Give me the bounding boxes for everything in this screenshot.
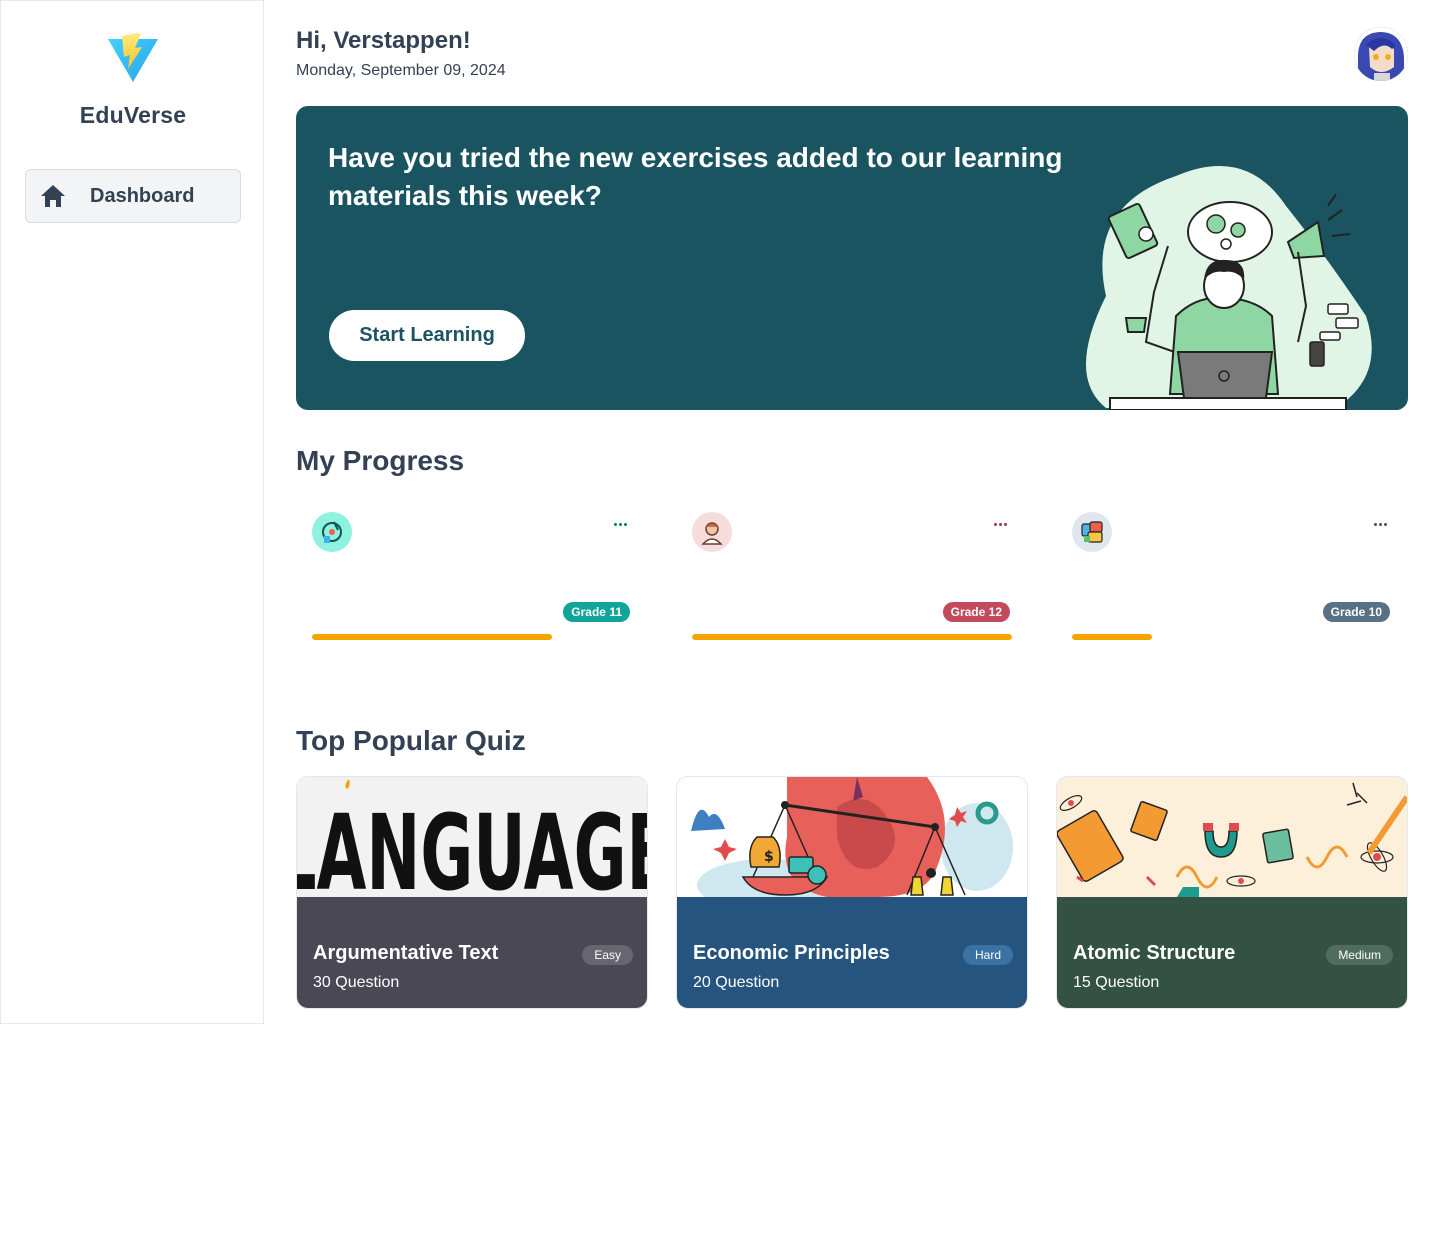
- start-learning-button[interactable]: Start Learning: [329, 310, 525, 361]
- quiz-title: Economic Principles: [693, 942, 890, 964]
- more-options-button[interactable]: [990, 515, 1010, 533]
- grade-badge: Grade 12: [942, 602, 1010, 622]
- more-options-button[interactable]: [610, 515, 630, 533]
- science-icon: [312, 512, 352, 552]
- student-multitasking-illustration: [1086, 166, 1372, 410]
- progress-card[interactable]: Atomic Structure Grade 11 Progress 75%: [296, 496, 648, 690]
- quiz-cover-image: $: [677, 777, 1027, 897]
- sidebar-item-dashboard[interactable]: Dashboard: [25, 169, 241, 223]
- quiz-info: Economic Principles Hard 20 Question: [677, 897, 1027, 1008]
- more-options-button[interactable]: [1370, 515, 1390, 533]
- progress-bar: [312, 634, 632, 640]
- promo-banner: Have you tried the new exercises added t…: [296, 106, 1408, 410]
- progress-label: Progress: [692, 654, 757, 671]
- grade-badge: Grade 10: [1322, 602, 1390, 622]
- quiz-cover-image: [1057, 777, 1407, 897]
- progress-fill: [692, 634, 1012, 640]
- sidebar: EduVerse Dashboard: [0, 0, 264, 1024]
- progress-value: 25%: [1359, 654, 1392, 671]
- course-title: Ancient World Civilizations: [692, 599, 898, 616]
- course-title: Simple Past Tense: [1072, 599, 1213, 616]
- progress-card[interactable]: Simple Past Tense Grade 10 Progress 25%: [1056, 496, 1408, 690]
- quiz-cover-image: LANGUAGE: [297, 777, 648, 897]
- banner-title: Have you tried the new exercises added t…: [328, 142, 1063, 211]
- quiz-title: Argumentative Text: [313, 942, 499, 964]
- progress-card[interactable]: Ancient World Civilizations Grade 12 Pro…: [676, 496, 1028, 690]
- grade-badge: Grade 11: [563, 602, 630, 622]
- avatar-image: [1354, 27, 1408, 81]
- sidebar-item-label: Dashboard: [90, 184, 195, 207]
- historian-icon: [692, 512, 732, 552]
- greeting: Hi, Verstappen!: [296, 27, 471, 54]
- quiz-card[interactable]: Atomic Structure Medium 15 Question: [1056, 776, 1408, 1009]
- question-count: 30 Question: [313, 974, 400, 991]
- progress-fill: [312, 634, 552, 640]
- svg-text:$: $: [764, 849, 774, 865]
- quiz-info: Atomic Structure Medium 15 Question: [1057, 897, 1407, 1008]
- current-date: Monday, September 09, 2024: [296, 62, 506, 79]
- quiz-info: Argumentative Text Easy 30 Question: [297, 897, 647, 1008]
- progress-fill: [1072, 634, 1152, 640]
- course-title: Atomic Structure: [312, 599, 442, 616]
- difficulty-badge: Medium: [1326, 945, 1393, 965]
- brand-name: EduVerse: [79, 102, 187, 128]
- progress-label: Progress: [1072, 654, 1137, 671]
- quiz-card[interactable]: $ Economic Principles Hard 20 Question: [676, 776, 1028, 1009]
- language-icon: [1072, 512, 1112, 552]
- home-icon: [38, 181, 68, 211]
- progress-bar: [1072, 634, 1392, 640]
- progress-value: 100%: [971, 654, 1012, 671]
- logo-icon[interactable]: [107, 33, 159, 83]
- progress-bar: [692, 634, 1012, 640]
- cover-text: LANGUAGE: [297, 794, 648, 897]
- avatar[interactable]: [1354, 27, 1408, 81]
- difficulty-badge: Hard: [962, 945, 1013, 965]
- question-count: 15 Question: [1073, 974, 1160, 991]
- quiz-title: Atomic Structure: [1073, 942, 1236, 964]
- progress-value: 75%: [599, 654, 632, 671]
- difficulty-badge: Easy: [582, 945, 633, 965]
- quiz-card[interactable]: LANGUAGE Argumentative Text Easy 30 Ques…: [296, 776, 648, 1009]
- my-progress-title: My Progress: [296, 445, 465, 476]
- top-quiz-title: Top Popular Quiz: [296, 725, 526, 756]
- question-count: 20 Question: [693, 974, 780, 991]
- progress-label: Progress: [312, 654, 377, 671]
